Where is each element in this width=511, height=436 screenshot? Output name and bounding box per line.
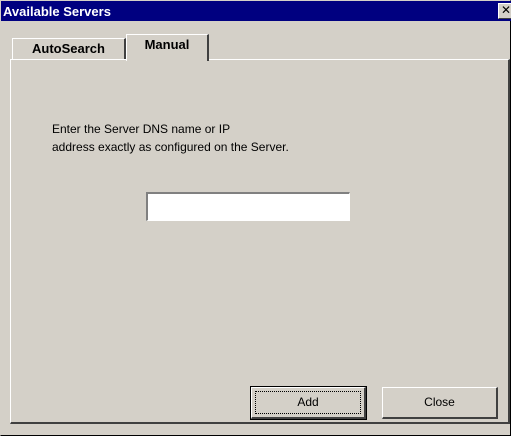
window-title: Available Servers [3, 4, 111, 19]
instruction-line-2: address exactly as configured on the Ser… [52, 140, 289, 154]
instruction-text: Enter the Server DNS name or IP address … [52, 120, 289, 156]
add-button-label: Add [297, 395, 319, 409]
close-button[interactable]: Close [382, 387, 498, 419]
title-bar[interactable]: Available Servers ✕ [1, 1, 511, 21]
tab-autosearch[interactable]: AutoSearch [12, 38, 126, 59]
add-button[interactable]: Add [250, 386, 367, 420]
instruction-line-1: Enter the Server DNS name or IP [52, 122, 231, 136]
manual-tab-panel: Enter the Server DNS name or IP address … [10, 59, 510, 424]
close-icon: ✕ [500, 3, 511, 17]
server-address-input[interactable] [146, 192, 350, 221]
available-servers-dialog: Available Servers ✕ AutoSearch Manual En… [0, 0, 511, 436]
close-window-button[interactable]: ✕ [498, 3, 511, 19]
tab-manual[interactable]: Manual [126, 34, 209, 61]
